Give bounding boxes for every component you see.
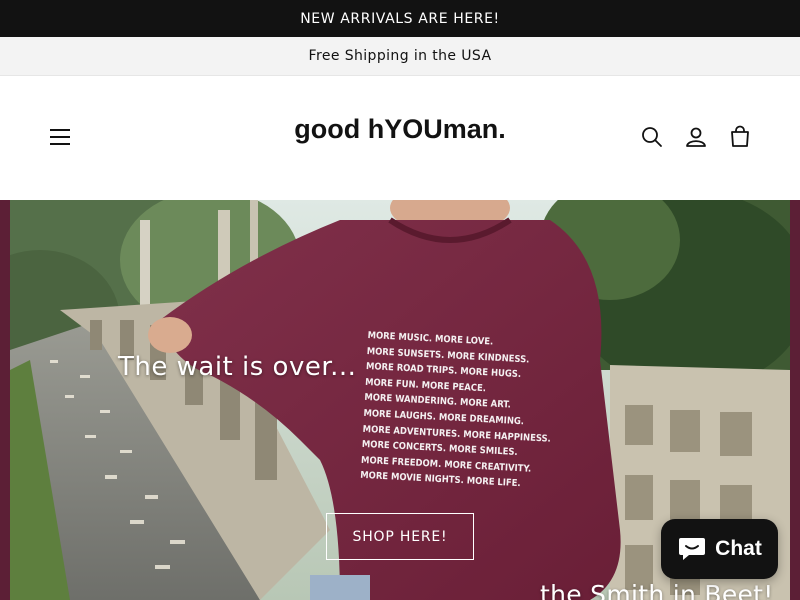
announcement-text: NEW ARRIVALS ARE HERE! <box>300 10 500 27</box>
shipping-text: Free Shipping in the USA <box>308 48 492 64</box>
announcement-bar: NEW ARRIVALS ARE HERE! <box>0 0 800 37</box>
chat-button[interactable]: Chat <box>661 519 778 579</box>
site-header: good hYOUman. <box>0 76 800 200</box>
chat-bubble-icon <box>679 538 706 560</box>
account-button[interactable] <box>683 124 709 150</box>
site-logo[interactable]: good hYOUman. <box>0 114 800 145</box>
cart-icon <box>731 125 749 147</box>
chat-label: Chat <box>715 537 762 560</box>
account-icon <box>686 127 706 147</box>
search-icon <box>642 127 662 147</box>
shop-here-button[interactable]: SHOP HERE! <box>326 513 474 560</box>
shipping-bar: Free Shipping in the USA <box>0 37 800 76</box>
search-button[interactable] <box>639 124 665 150</box>
hero-heading: The wait is over... <box>118 352 357 382</box>
cart-button[interactable] <box>727 124 753 150</box>
hero-subheading: the Smith in Beet! <box>540 580 774 600</box>
sweater-print-text: MORE MUSIC. MORE LOVE. MORE SUNSETS. MOR… <box>360 328 558 494</box>
